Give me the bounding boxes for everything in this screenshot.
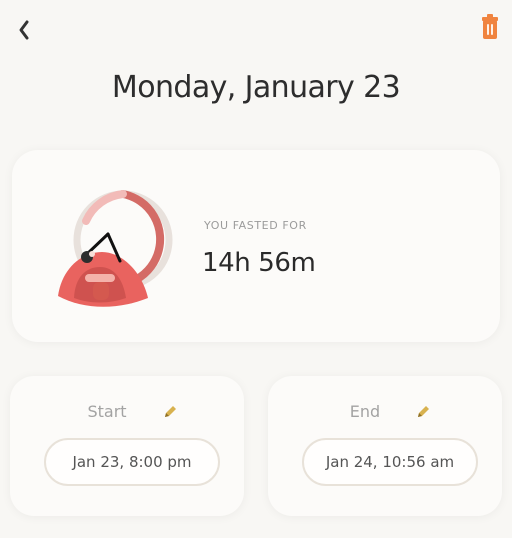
pencil-icon xyxy=(164,405,176,417)
fasting-clock-illustration xyxy=(50,178,180,314)
end-time-heading: End xyxy=(268,402,502,421)
start-time-card: Start Jan 23, 8:00 pm xyxy=(10,376,244,516)
start-time-field[interactable]: Jan 23, 8:00 pm xyxy=(44,438,220,486)
fasted-label: YOU FASTED FOR xyxy=(204,219,307,232)
page-title: Monday, January 23 xyxy=(111,70,401,105)
edit-start-button[interactable] xyxy=(161,403,179,421)
chevron-left-icon xyxy=(19,20,29,40)
start-label: Start xyxy=(87,402,127,421)
end-time-card: End Jan 24, 10:56 am xyxy=(268,376,502,516)
edit-end-button[interactable] xyxy=(414,403,432,421)
delete-button[interactable] xyxy=(476,10,504,46)
fast-summary-card: YOU FASTED FOR 14h 56m xyxy=(12,150,500,342)
pencil-icon xyxy=(418,405,430,417)
end-label: End xyxy=(349,402,381,421)
back-button[interactable] xyxy=(10,14,38,46)
trash-icon xyxy=(482,14,498,39)
fast-time-row: Start Jan 23, 8:00 pm End Jan 24, 10:56 … xyxy=(0,376,512,516)
fasted-duration: 14h 56m xyxy=(202,248,316,278)
end-time-field[interactable]: Jan 24, 10:56 am xyxy=(302,438,478,486)
start-time-heading: Start xyxy=(10,402,244,421)
fast-detail-screen: Monday, January 23 YOU FASTED FOR 14h 56… xyxy=(0,0,512,538)
